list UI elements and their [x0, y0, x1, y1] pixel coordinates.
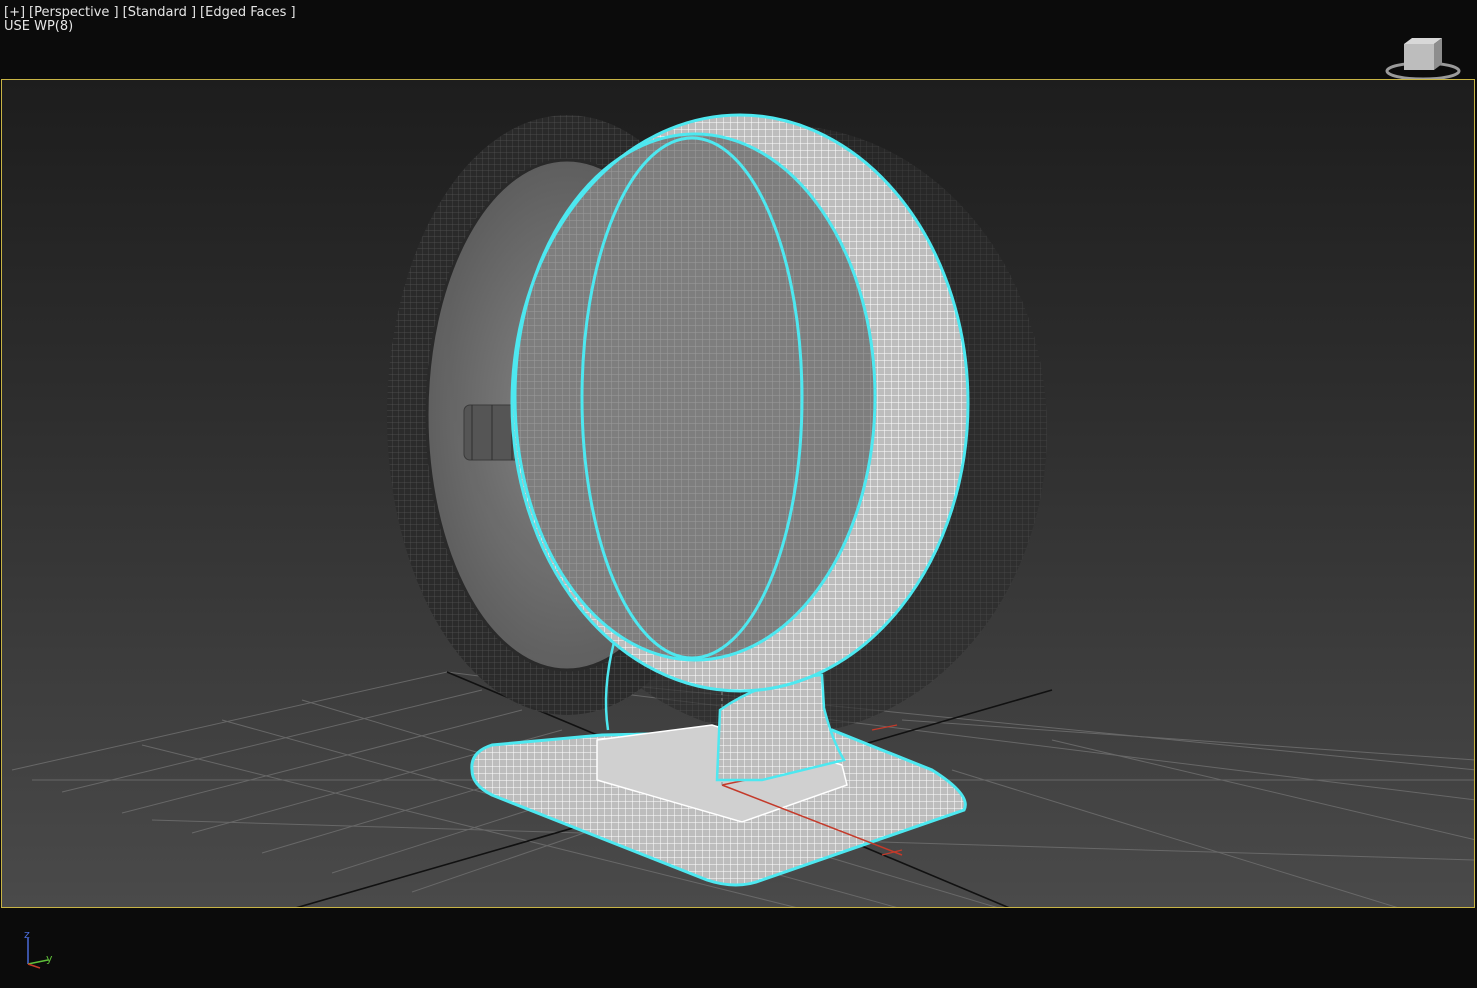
perspective-viewport[interactable] — [1, 79, 1475, 908]
scene-render — [11, 113, 1474, 907]
viewport-menu-plus[interactable]: [+] — [4, 5, 25, 20]
viewcube-icon[interactable] — [1384, 34, 1462, 84]
viewport-label-bar: [+] [Perspective ] [Standard ] [Edged Faces… — [4, 6, 300, 19]
axis-y-label: y — [46, 952, 53, 965]
viewport-sub-label: USE WP(8) — [4, 19, 74, 34]
viewport-menu-edged-faces[interactable]: [Edged Faces ] — [200, 5, 296, 20]
viewport-menu-standard[interactable]: [Standard ] — [123, 5, 196, 20]
axis-tripod-icon: z y — [24, 928, 53, 969]
viewport-menu-perspective[interactable]: [Perspective ] — [29, 5, 119, 20]
axis-z-label: z — [24, 928, 30, 941]
